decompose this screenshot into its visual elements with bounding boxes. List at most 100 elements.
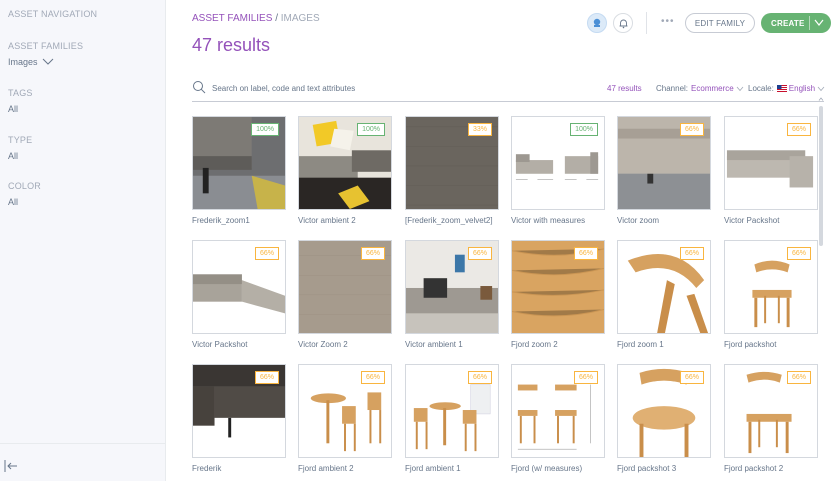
asset-thumbnail[interactable]: 100% — [511, 116, 605, 210]
completeness-badge: 100% — [251, 123, 279, 136]
channel-label: Channel: — [656, 84, 689, 93]
asset-thumbnail[interactable]: 66% — [511, 240, 605, 334]
breadcrumb-images: IMAGES — [280, 13, 320, 24]
user-avatar-icon — [593, 18, 601, 27]
edit-family-button[interactable]: EDIT FAMILY — [685, 13, 755, 33]
color-value[interactable]: All — [8, 197, 41, 207]
asset-label: Victor Packshot — [724, 216, 780, 225]
create-divider — [809, 16, 810, 30]
asset-card[interactable]: 66% Victor Packshot — [724, 116, 818, 225]
locale-switcher[interactable]: Locale: English — [748, 84, 825, 93]
scrollbar-thumb[interactable] — [819, 106, 823, 246]
completeness-badge: 66% — [467, 371, 492, 384]
search-bar: 47 results Channel: Ecommerce Locale: En… — [192, 78, 825, 102]
asset-card[interactable]: 33% [Frederik_zoom_velvet2] — [405, 116, 499, 225]
asset-label: Fjord packshot 2 — [724, 464, 784, 473]
channel-value: Ecommerce — [691, 84, 734, 93]
asset-thumbnail[interactable]: 100% — [192, 116, 286, 210]
completeness-badge: 66% — [573, 371, 598, 384]
collapse-left-icon[interactable] — [4, 460, 18, 472]
breadcrumb-asset-families[interactable]: ASSET FAMILIES — [192, 13, 272, 24]
asset-thumbnail[interactable]: 100% — [298, 116, 392, 210]
completeness-badge: 66% — [467, 247, 492, 260]
completeness-badge: 66% — [360, 371, 385, 384]
asset-label: Frederik_zoom1 — [192, 216, 250, 225]
asset-families-filter: ASSET FAMILIES Images — [8, 41, 83, 67]
asset-thumbnail[interactable]: 66% — [617, 364, 711, 458]
completeness-badge: 100% — [570, 123, 598, 136]
asset-label: [Frederik_zoom_velvet2] — [405, 216, 493, 225]
asset-label: Fjord zoom 2 — [511, 340, 558, 349]
asset-card[interactable]: 66% Victor zoom — [617, 116, 711, 225]
chevron-down-icon — [736, 86, 744, 91]
completeness-badge: 66% — [679, 123, 704, 136]
asset-thumbnail[interactable]: 66% — [192, 240, 286, 334]
asset-family-value: Images — [8, 57, 38, 67]
asset-label: Victor with measures — [511, 216, 586, 225]
asset-thumbnail[interactable]: 66% — [724, 116, 818, 210]
asset-card[interactable]: 66% Fjord packshot — [724, 240, 818, 349]
sidebar-title: ASSET NAVIGATION — [8, 9, 98, 19]
breadcrumb: ASSET FAMILIES / IMAGES — [192, 13, 320, 24]
asset-label: Victor Zoom 2 — [298, 340, 348, 349]
asset-thumbnail[interactable]: 66% — [298, 240, 392, 334]
asset-label: Victor Packshot — [192, 340, 248, 349]
asset-card[interactable]: 66% Victor ambient 1 — [405, 240, 499, 349]
asset-thumbnail[interactable]: 66% — [511, 364, 605, 458]
asset-thumbnail[interactable]: 33% — [405, 116, 499, 210]
asset-thumbnail[interactable]: 66% — [192, 364, 286, 458]
completeness-badge: 66% — [254, 371, 279, 384]
completeness-badge: 66% — [679, 247, 704, 260]
asset-card[interactable]: 100% Frederik_zoom1 — [192, 116, 286, 225]
asset-card[interactable]: 66% Fjord packshot 3 — [617, 364, 711, 473]
asset-families-label: ASSET FAMILIES — [8, 41, 84, 51]
asset-card[interactable]: 66% Victor Packshot — [192, 240, 286, 349]
search-input[interactable] — [212, 80, 512, 96]
asset-card[interactable]: 66% Fjord ambient 2 — [298, 364, 392, 473]
header-divider — [646, 12, 647, 34]
scrollbar[interactable] — [818, 97, 824, 481]
asset-label: Fjord (w/ measures) — [511, 464, 583, 473]
asset-label: Fjord packshot — [724, 340, 777, 349]
asset-thumbnail[interactable]: 66% — [405, 364, 499, 458]
tags-value[interactable]: All — [8, 104, 33, 114]
asset-card[interactable]: 66% Fjord zoom 1 — [617, 240, 711, 349]
asset-label: Fjord zoom 1 — [617, 340, 664, 349]
notifications-button[interactable] — [613, 13, 633, 33]
asset-thumbnail[interactable]: 66% — [617, 240, 711, 334]
asset-thumbnail[interactable]: 66% — [617, 116, 711, 210]
tags-filter: TAGS All — [8, 88, 33, 114]
asset-card[interactable]: 100% Victor ambient 2 — [298, 116, 392, 225]
asset-label: Fjord ambient 2 — [298, 464, 354, 473]
completeness-badge: 66% — [786, 371, 811, 384]
channel-switcher[interactable]: Channel: Ecommerce — [656, 84, 744, 93]
asset-thumbnail[interactable]: 66% — [724, 240, 818, 334]
asset-card[interactable]: 66% Fjord ambient 1 — [405, 364, 499, 473]
asset-thumbnail[interactable]: 66% — [405, 240, 499, 334]
type-label: TYPE — [8, 135, 33, 145]
scroll-up-icon[interactable] — [818, 96, 824, 102]
asset-label: Fjord packshot 3 — [617, 464, 677, 473]
completeness-badge: 100% — [357, 123, 385, 136]
asset-navigation-sidebar: ASSET NAVIGATION ASSET FAMILIES Images T… — [0, 0, 166, 481]
result-count: 47 results — [607, 84, 642, 93]
user-avatar-button[interactable] — [587, 13, 607, 33]
type-value[interactable]: All — [8, 151, 32, 161]
asset-thumbnail[interactable]: 66% — [724, 364, 818, 458]
asset-thumbnail[interactable]: 66% — [298, 364, 392, 458]
more-actions-button[interactable]: ••• — [661, 16, 675, 27]
completeness-badge: 33% — [467, 123, 492, 136]
breadcrumb-separator: / — [275, 13, 278, 24]
create-label: CREATE — [771, 18, 805, 28]
asset-label: Frederik — [192, 464, 222, 473]
create-button[interactable]: CREATE — [761, 13, 831, 33]
asset-card[interactable]: 66% Frederik — [192, 364, 286, 473]
chevron-down-icon[interactable] — [814, 19, 824, 27]
asset-label: Fjord ambient 1 — [405, 464, 461, 473]
asset-card[interactable]: 66% Victor Zoom 2 — [298, 240, 392, 349]
asset-card[interactable]: 100% Victor with measures — [511, 116, 605, 225]
asset-card[interactable]: 66% Fjord zoom 2 — [511, 240, 605, 349]
asset-card[interactable]: 66% Fjord packshot 2 — [724, 364, 818, 473]
asset-card[interactable]: 66% Fjord (w/ measures) — [511, 364, 605, 473]
asset-family-dropdown[interactable]: Images — [8, 57, 83, 67]
